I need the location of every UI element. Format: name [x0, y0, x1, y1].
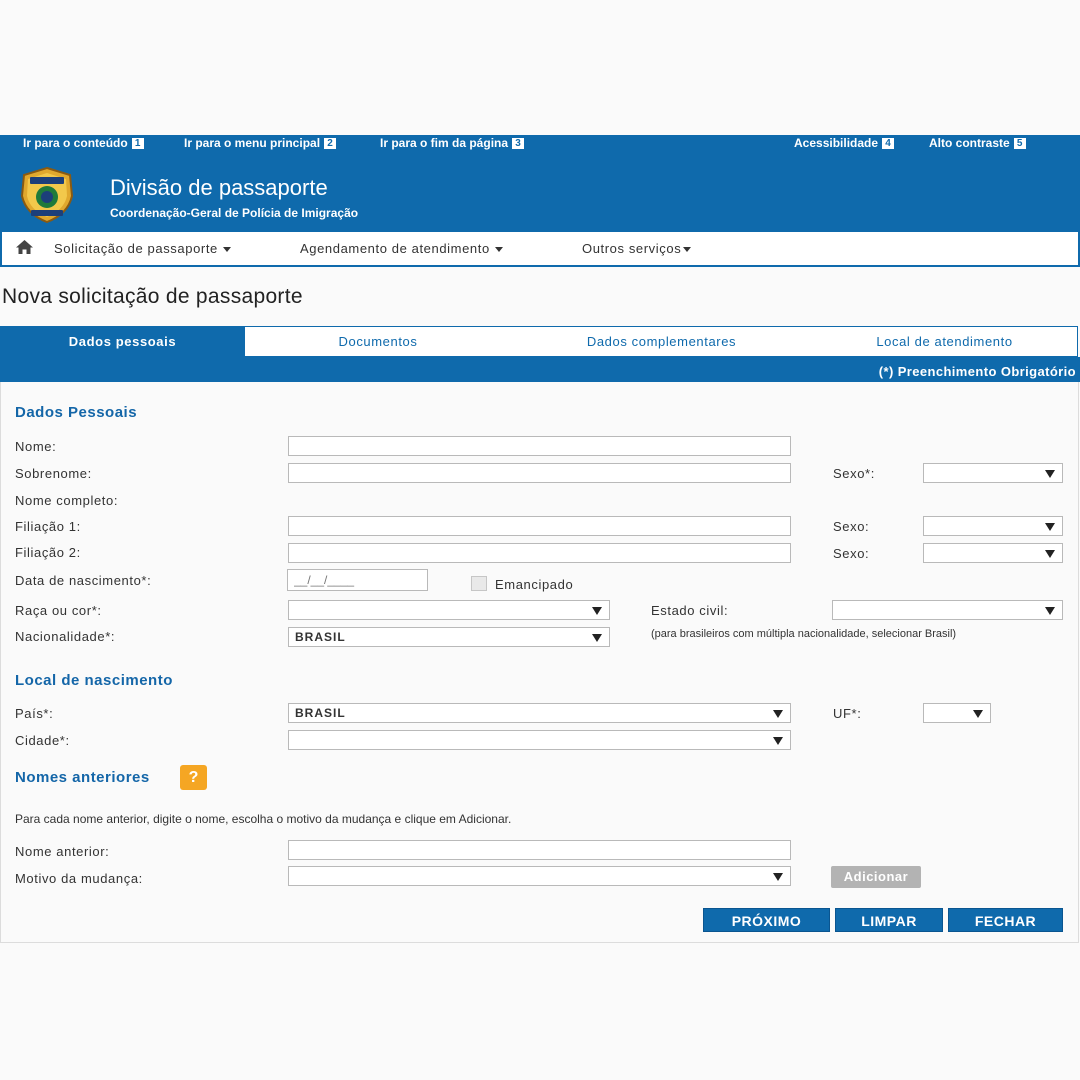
skip-link-label: Ir para o conteúdo: [23, 136, 128, 150]
dropdown-arrow-icon: [973, 710, 983, 718]
dropdown-arrow-icon: [592, 634, 602, 642]
nascimento-input[interactable]: [287, 569, 428, 591]
dropdown-arrow-icon: [773, 873, 783, 881]
nav-outros-servicos[interactable]: Outros serviços: [582, 241, 692, 256]
dropdown-arrow-icon: [592, 607, 602, 615]
section-dados-pessoais: Dados Pessoais: [15, 404, 138, 421]
nacionalidade-label: Nacionalidade*:: [15, 629, 116, 644]
emancipado-label: Emancipado: [495, 577, 574, 592]
estado-civil-label: Estado civil:: [651, 603, 729, 618]
filiacao1-input[interactable]: [288, 516, 791, 536]
tab-dados-pessoais[interactable]: Dados pessoais: [0, 327, 245, 357]
nacionalidade-hint: (para brasileiros com múltipla nacionali…: [651, 628, 957, 640]
select-value: BRASIL: [295, 630, 346, 644]
close-button[interactable]: FECHAR: [948, 908, 1063, 932]
pais-select[interactable]: BRASIL: [288, 703, 791, 723]
site-subtitle: Coordenação-Geral de Polícia de Imigraçã…: [110, 206, 359, 220]
dropdown-arrow-icon: [1045, 607, 1055, 615]
uf-select[interactable]: [923, 703, 991, 723]
high-contrast-link[interactable]: Alto contraste 5: [929, 136, 1026, 150]
sobrenome-input[interactable]: [288, 463, 791, 483]
page-title: Nova solicitação de passaporte: [2, 285, 303, 308]
raca-select[interactable]: [288, 600, 610, 620]
motivo-mudanca-label: Motivo da mudança:: [15, 871, 143, 886]
nomes-anteriores-instruction: Para cada nome anterior, digite o nome, …: [15, 812, 512, 826]
nav-solicitacao-passaporte[interactable]: Solicitação de passaporte: [54, 241, 231, 256]
clear-button[interactable]: LIMPAR: [835, 908, 943, 932]
access-link-label: Alto contraste: [929, 136, 1010, 150]
tab-local-atendimento[interactable]: Local de atendimento: [812, 327, 1077, 357]
required-note: (*) Preenchimento Obrigatório: [878, 364, 1076, 379]
skip-to-content-link[interactable]: Ir para o conteúdo 1: [23, 136, 144, 150]
chevron-down-icon: [683, 247, 692, 253]
tab-dados-complementares[interactable]: Dados complementares: [511, 327, 812, 357]
pais-label: País*:: [15, 706, 54, 721]
cidade-select[interactable]: [288, 730, 791, 750]
emancipado-checkbox[interactable]: [471, 576, 487, 591]
home-icon[interactable]: [15, 239, 34, 255]
section-local-nascimento: Local de nascimento: [15, 672, 173, 689]
shortcut-key: 1: [131, 138, 144, 150]
dropdown-arrow-icon: [773, 737, 783, 745]
dropdown-arrow-icon: [1045, 550, 1055, 558]
sexo-select[interactable]: [923, 463, 1063, 483]
select-value: BRASIL: [295, 706, 346, 720]
filiacao1-sexo-select[interactable]: [923, 516, 1063, 536]
chevron-down-icon: [494, 247, 503, 253]
dropdown-arrow-icon: [773, 710, 783, 718]
shortcut-key: 4: [882, 138, 895, 150]
filiacao2-sexo-label: Sexo:: [833, 546, 870, 561]
nacionalidade-select[interactable]: BRASIL: [288, 627, 610, 647]
nav-agendamento[interactable]: Agendamento de atendimento: [300, 241, 503, 256]
sexo-label: Sexo*:: [833, 466, 875, 481]
section-nomes-anteriores: Nomes anteriores: [15, 769, 150, 786]
nav-item-label: Solicitação de passaporte: [54, 241, 218, 256]
estado-civil-select[interactable]: [832, 600, 1063, 620]
tab-documentos[interactable]: Documentos: [245, 327, 511, 357]
filiacao2-sexo-select[interactable]: [923, 543, 1063, 563]
nome-anterior-input[interactable]: [288, 840, 791, 860]
nome-anterior-label: Nome anterior:: [15, 844, 110, 859]
nome-completo-label: Nome completo:: [15, 493, 119, 508]
skip-link-label: Ir para o menu principal: [184, 136, 321, 150]
filiacao1-label: Filiação 1:: [15, 519, 81, 534]
filiacao1-sexo-label: Sexo:: [833, 519, 870, 534]
motivo-mudanca-select[interactable]: [288, 866, 791, 886]
filiacao2-input[interactable]: [288, 543, 791, 563]
cidade-label: Cidade*:: [15, 733, 70, 748]
help-icon[interactable]: ?: [180, 765, 207, 790]
shortcut-key: 2: [324, 138, 337, 150]
uf-label: UF*:: [833, 706, 862, 721]
next-button[interactable]: PRÓXIMO: [703, 908, 830, 932]
skip-to-menu-link[interactable]: Ir para o menu principal 2: [184, 136, 337, 150]
shortcut-key: 5: [1013, 138, 1026, 150]
chevron-down-icon: [222, 247, 231, 253]
dropdown-arrow-icon: [1045, 523, 1055, 531]
nav-item-label: Agendamento de atendimento: [300, 241, 490, 256]
filiacao2-label: Filiação 2:: [15, 545, 81, 560]
nome-input[interactable]: [288, 436, 791, 456]
shortcut-key: 3: [512, 138, 525, 150]
site-title: Divisão de passaporte: [110, 175, 328, 200]
access-link-label: Acessibilidade: [794, 136, 879, 150]
nome-label: Nome:: [15, 439, 57, 454]
nav-item-label: Outros serviços: [582, 241, 682, 256]
skip-link-label: Ir para o fim da página: [380, 136, 509, 150]
policia-federal-badge-icon: [20, 166, 74, 224]
nascimento-label: Data de nascimento*:: [15, 573, 152, 588]
raca-label: Raça ou cor*:: [15, 603, 102, 618]
accessibility-link[interactable]: Acessibilidade 4: [794, 136, 895, 150]
skip-to-footer-link[interactable]: Ir para o fim da página 3: [380, 136, 525, 150]
dropdown-arrow-icon: [1045, 470, 1055, 478]
sobrenome-label: Sobrenome:: [15, 466, 92, 481]
add-button[interactable]: Adicionar: [831, 866, 921, 888]
